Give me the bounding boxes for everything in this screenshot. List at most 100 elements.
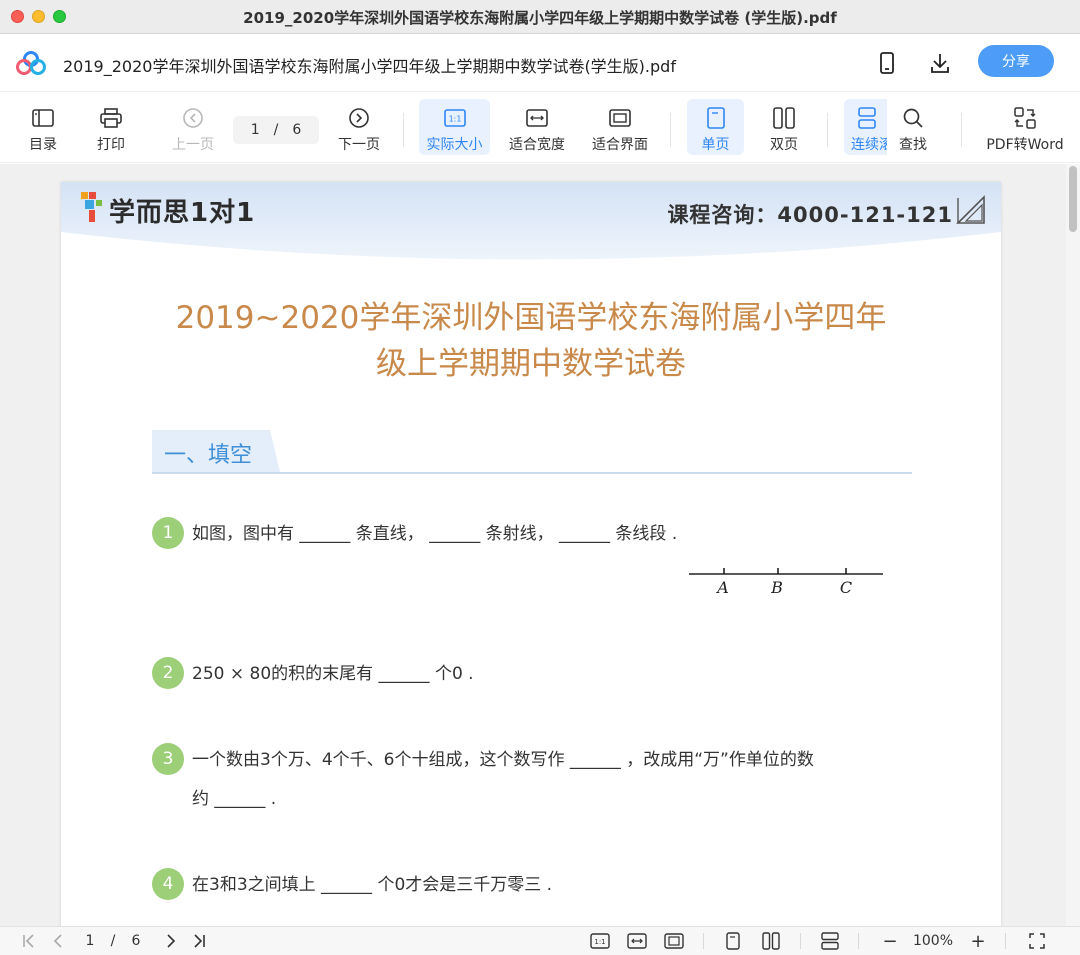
pdf-to-word-label: PDF转Word [986,137,1064,153]
print-label: 打印 [97,137,125,153]
title-bar: 2019_2020学年深圳外国语学校东海附属小学四年级上学期期中数学试卷 (学生… [0,0,1080,34]
double-page-label: 双页 [770,137,798,153]
prev-page-label: 上一页 [172,137,214,153]
print-button[interactable]: 打印 [90,99,132,155]
single-page-label: 单页 [701,137,730,153]
brand-logo-icon [81,192,102,222]
actual-size-button[interactable]: 1:1 实际大小 [419,99,490,155]
scrollbar-thumb[interactable] [1069,166,1077,232]
toolbar-divider [403,113,404,147]
status-divider [800,933,801,949]
question-number: 1 [152,517,184,549]
exam-title: 2019~2020学年深圳外国语学校东海附属小学四年 级上学期期中数学试卷 [141,295,921,387]
fit-width-button[interactable]: 适合宽度 [505,99,569,155]
zoom-in-button[interactable]: + [967,930,989,952]
toc-button[interactable]: 目录 [22,99,64,155]
continuous-small-icon[interactable] [819,930,841,952]
fit-width-label: 适合宽度 [509,137,565,153]
find-button[interactable]: 查找 [892,99,934,155]
page-separator: / [273,122,279,138]
download-icon[interactable] [927,50,953,76]
chevron-left-icon[interactable] [47,930,69,952]
last-page-icon[interactable] [188,930,210,952]
exam-title-line2: 级上学期期中数学试卷 [376,346,686,382]
fit-page-label: 适合界面 [592,137,648,153]
fullscreen-icon[interactable] [1026,930,1048,952]
question-text: 一个数由3个万、4个千、6个十组成，这个数写作 ______ ，改成用“万”作单… [192,750,814,770]
sidebar-icon [30,105,56,131]
single-page-small-icon[interactable] [722,930,744,952]
exam-title-line1: 2019~2020学年深圳外国语学校东海附属小学四年 [175,300,887,336]
prev-page-button[interactable]: 上一页 [168,99,218,155]
question-number: 3 [152,743,184,775]
question-text: 250 × 80的积的末尾有 ______ 个0 . [192,664,474,684]
point-label-b: B [770,578,783,597]
toolbar-divider [827,113,828,147]
current-page: 1 [250,122,260,138]
status-divider [858,933,859,949]
line-figure: A B C [689,568,883,597]
document-viewer[interactable]: 学而思1对1 课程咨询：4000-121-121 2019~2020学年深圳外国… [0,164,1080,926]
continuous-scroll-icon [854,105,880,131]
brand-name: 学而思1对1 [109,198,256,228]
ruler-icon [956,195,985,224]
toolbar: 目录 打印 上一页 1 / 6 下一页 1:1 实际大小 适合宽度 适合界面 单… [0,93,1080,163]
page-number-input[interactable]: 1 / 6 [233,116,319,144]
bottom-current-page[interactable]: 1 [80,930,100,952]
first-page-icon[interactable] [18,930,40,952]
pdf-to-word-button[interactable]: PDF转Word [983,99,1067,155]
continuous-scroll-button[interactable]: 连续滚 [844,99,887,155]
share-button[interactable]: 分享 [978,45,1054,77]
toc-label: 目录 [29,137,57,153]
toolbar-divider [961,113,962,147]
status-bar: 1 / 6 1:1 − 100% + [0,926,1080,955]
double-page-small-icon[interactable] [760,930,782,952]
fit-page-icon [607,105,633,131]
app-logo-icon [16,51,46,75]
hotline-text: 课程咨询：4000-121-121 [667,203,953,227]
status-divider [1005,933,1006,949]
actual-size-label: 实际大小 [426,137,483,153]
toolbar-divider [670,113,671,147]
question-number: 2 [152,657,184,689]
document-name: 2019_2020学年深圳外国语学校东海附属小学四年级上学期期中数学试卷(学生版… [63,57,676,76]
status-divider [703,933,704,949]
phone-icon[interactable] [874,50,900,76]
question-text: 在3和3之间填上 ______ 个0才会是三千万零三 . [192,875,553,895]
section-underline [152,472,912,474]
svg-text:1:1: 1:1 [594,938,605,946]
search-icon [900,105,926,131]
chevron-right-icon[interactable] [160,930,182,952]
question-text: 如图，图中有 ______ 条直线， ______ 条射线， ______ 条线… [192,524,678,544]
question-text-continued: 约 ______ . [192,789,277,809]
svg-text:1:1: 1:1 [448,115,461,124]
bottom-total-pages: 6 [131,933,141,949]
chevron-left-circle-icon [180,105,206,131]
question-number: 4 [152,868,184,900]
zoom-out-button[interactable]: − [879,930,901,952]
continuous-scroll-label: 连续滚 [851,137,887,153]
next-page-button[interactable]: 下一页 [334,99,384,155]
fit-width-icon [524,105,550,131]
fit-page-button[interactable]: 适合界面 [588,99,652,155]
document-header: 2019_2020学年深圳外国语学校东海附属小学四年级上学期期中数学试卷(学生版… [0,34,1080,92]
double-page-button[interactable]: 双页 [758,99,810,155]
pdf-page: 学而思1对1 课程咨询：4000-121-121 2019~2020学年深圳外国… [61,182,1001,926]
zoom-level[interactable]: 100% [908,930,958,952]
double-page-icon [771,105,797,131]
point-label-a: A [715,578,729,597]
single-page-button[interactable]: 单页 [687,99,744,155]
find-label: 查找 [899,137,927,153]
chevron-right-circle-icon [346,105,372,131]
vertical-scrollbar[interactable] [1066,164,1080,926]
printer-icon [98,105,124,131]
point-label-c: C [840,578,852,597]
actual-size-small-icon[interactable]: 1:1 [589,930,611,952]
total-pages: 6 [292,122,302,138]
single-page-icon [703,105,729,131]
bottom-page-separator: / [110,933,116,949]
fit-width-small-icon[interactable] [626,930,648,952]
actual-size-icon: 1:1 [442,105,468,131]
fit-page-small-icon[interactable] [663,930,685,952]
window-title: 2019_2020学年深圳外国语学校东海附属小学四年级上学期期中数学试卷 (学生… [243,9,837,27]
